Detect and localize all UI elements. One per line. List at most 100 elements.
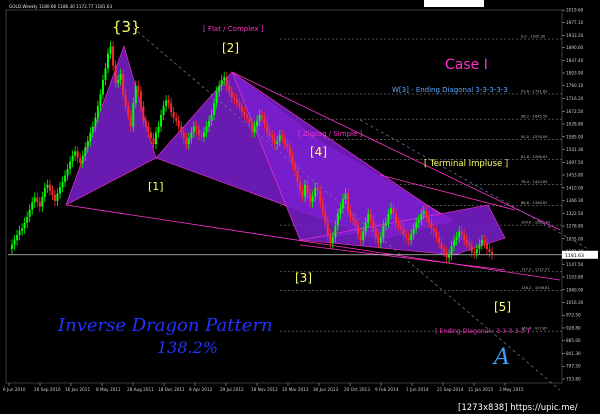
candle-body xyxy=(281,135,284,139)
x-tick-label: 20 Oct 2013 xyxy=(344,387,370,392)
candle-body xyxy=(28,209,31,217)
fib-level-label: 127.2 - 1121.57 xyxy=(521,267,550,271)
candle-body xyxy=(31,202,34,210)
label-flat-complex: [ Flat / Complex ] xyxy=(203,25,264,33)
candle-body xyxy=(326,222,329,235)
candle-body xyxy=(94,117,97,127)
candle-body xyxy=(483,240,486,244)
candle-body xyxy=(109,46,112,54)
candle-body xyxy=(382,225,385,238)
fib-level-label: 88.6 - 1348.81 xyxy=(521,201,547,205)
candle-body xyxy=(311,196,314,203)
candle-body xyxy=(99,94,102,107)
candle-body xyxy=(387,213,390,223)
candle-body xyxy=(48,184,51,191)
candle-body xyxy=(299,181,301,191)
candle-body xyxy=(412,228,415,235)
candle-body xyxy=(374,228,377,238)
candle-body xyxy=(273,138,276,145)
candle-body xyxy=(53,194,56,201)
candle-body xyxy=(488,248,491,252)
candle-body xyxy=(491,251,493,255)
price-tick-label: 1278.80 xyxy=(566,223,584,228)
price-tick-label: 1322.50 xyxy=(566,211,584,216)
candle-body xyxy=(165,100,168,107)
candle-body xyxy=(331,237,334,244)
candle-body xyxy=(213,103,216,115)
price-tick-label: 1585.00 xyxy=(566,134,584,139)
candle-body xyxy=(367,213,370,223)
candle-body xyxy=(463,234,466,241)
candle-body xyxy=(324,211,327,223)
x-tick-label: 11 Jan 2015 xyxy=(468,387,493,392)
candle-body xyxy=(354,219,357,226)
candle-body xyxy=(86,141,89,148)
candle-body xyxy=(167,100,170,104)
candle-body xyxy=(64,175,67,182)
candle-body xyxy=(448,254,451,258)
label-ending-diagonal-bottom: [ Ending Diagonal : 3-3-3-3-3 ] xyxy=(435,328,529,335)
candle-body xyxy=(195,126,198,130)
candle-body xyxy=(251,123,253,133)
candle-body xyxy=(485,243,488,249)
price-tick-label: 1803.90 xyxy=(566,70,584,75)
script-a-glyph: A xyxy=(492,345,510,370)
wave-label-4: [4] xyxy=(310,145,327,159)
x-tick-label: 30 Jun 2013 xyxy=(313,387,339,392)
candle-body xyxy=(417,219,420,223)
candle-body xyxy=(160,114,163,127)
candle-body xyxy=(248,117,251,124)
candle-body xyxy=(473,251,476,254)
price-tick-label: 2019.60 xyxy=(566,8,584,13)
candle-body xyxy=(61,181,64,188)
candle-body xyxy=(453,240,456,247)
symbol-header: GOLD,Weekly 1180.66 1186.30 1172.77 1181… xyxy=(9,4,112,9)
price-tick-label: 1628.80 xyxy=(566,121,584,126)
price-tick-label: 1760.10 xyxy=(566,83,584,88)
fib-level-label: 61.8 - 1506.61 xyxy=(521,155,547,159)
candle-body xyxy=(407,237,410,241)
fib-level-label: 76.4 - 1420.63 xyxy=(521,180,547,184)
candle-body xyxy=(341,199,344,209)
wave-label-2: [2] xyxy=(222,41,239,55)
candle-body xyxy=(155,132,157,145)
price-tick-label: 1410.00 xyxy=(566,185,584,190)
candle-body xyxy=(220,79,223,86)
fib-level-label: 138.2 - 1056.81 xyxy=(521,286,550,290)
candle-body xyxy=(286,144,289,147)
candle-body xyxy=(384,222,387,226)
price-tick-label: 841.30 xyxy=(566,351,581,356)
pattern-triangle-1 xyxy=(65,45,157,206)
x-tick-label: 10 Mar 2013 xyxy=(282,387,309,392)
candle-body xyxy=(455,237,458,241)
candle-body xyxy=(122,74,125,95)
candle-body xyxy=(465,240,468,244)
pattern-ratio: 138.2% xyxy=(157,338,218,357)
candle-body xyxy=(460,231,463,235)
candle-body xyxy=(420,213,423,220)
candle-body xyxy=(278,135,281,142)
candle-body xyxy=(137,85,140,92)
candle-body xyxy=(344,193,347,200)
candle-body xyxy=(79,158,82,163)
candle-body xyxy=(185,138,188,145)
candle-body xyxy=(43,187,46,198)
candle-body xyxy=(430,222,433,229)
candle-body xyxy=(336,213,339,226)
candle-body xyxy=(422,211,425,214)
candle-body xyxy=(352,216,355,220)
candle-body xyxy=(139,91,142,107)
candle-body xyxy=(478,244,481,249)
price-chart: 0.0 - 1920.30 23.6 - 1731.83 38.2 - 1645.5… xyxy=(3,0,600,414)
candle-body xyxy=(215,91,218,104)
candle-body xyxy=(440,243,443,249)
price-tick-label: 928.80 xyxy=(566,325,581,330)
candle-body xyxy=(427,216,430,223)
candle-body xyxy=(36,197,39,202)
chart-window: 0.0 - 1920.30 23.6 - 1731.83 38.2 - 1645.5… xyxy=(0,0,600,414)
candle-body xyxy=(23,222,26,229)
candle-body xyxy=(400,225,403,229)
candle-body xyxy=(271,135,274,139)
candle-body xyxy=(117,79,120,83)
price-tick-label: 1366.30 xyxy=(566,198,584,203)
